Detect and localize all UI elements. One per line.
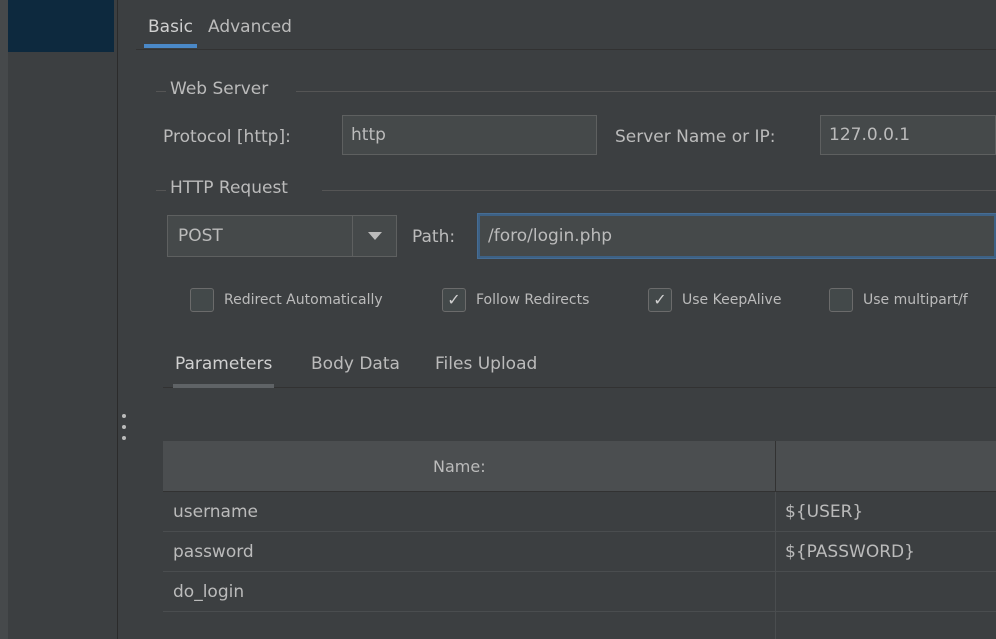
web-server-group-title: Web Server: [170, 79, 269, 99]
http-request-group-line-right: [322, 190, 996, 191]
table-row[interactable]: password ${PASSWORD}: [163, 532, 996, 572]
checkbox-label: Use multipart/f: [863, 292, 968, 308]
checkbox-empty-icon: [829, 288, 853, 312]
protocol-input[interactable]: [342, 115, 597, 155]
tab-body-data[interactable]: Body Data: [309, 350, 402, 388]
use-keepalive-checkbox[interactable]: ✓ Use KeepAlive: [648, 286, 781, 314]
use-multipart-checkbox[interactable]: Use multipart/f: [829, 286, 968, 314]
tab-parameters[interactable]: Parameters: [173, 350, 275, 388]
sampler-config-panel: Basic Advanced Web Server Protocol [http…: [136, 0, 996, 639]
param-value-cell[interactable]: ${PASSWORD}: [785, 532, 915, 572]
web-server-group-line-right: [296, 91, 996, 92]
method-select[interactable]: POST: [167, 215, 397, 257]
param-name-cell[interactable]: do_login: [173, 572, 244, 612]
tree-selected-item[interactable]: [8, 0, 114, 52]
checkbox-label: Redirect Automatically: [224, 292, 383, 308]
tab-files-upload[interactable]: Files Upload: [433, 350, 539, 388]
param-value-cell[interactable]: ${USER}: [785, 492, 863, 532]
column-divider: [775, 441, 776, 492]
splitter-handle-icon[interactable]: [121, 414, 127, 440]
table-row[interactable]: username ${USER}: [163, 492, 996, 532]
path-input[interactable]: [478, 214, 996, 258]
config-tabs: Basic Advanced: [136, 0, 996, 50]
table-header: Name:: [163, 441, 996, 492]
left-edge-strip: [0, 0, 8, 639]
parameters-table: Name: username ${USER} password ${PASSWO…: [163, 441, 996, 639]
method-select-value: POST: [178, 226, 223, 246]
protocol-label: Protocol [http]:: [163, 127, 291, 147]
param-name-cell[interactable]: username: [173, 492, 258, 532]
server-name-label: Server Name or IP:: [615, 127, 776, 147]
checkbox-label: Use KeepAlive: [682, 292, 782, 308]
table-row[interactable]: do_login: [163, 572, 996, 612]
checkmark-icon: ✓: [648, 288, 672, 312]
http-request-group-line-left: [156, 190, 166, 191]
http-request-group-title: HTTP Request: [170, 178, 288, 198]
web-server-group-line-left: [156, 91, 166, 92]
checkmark-icon: ✓: [442, 288, 466, 312]
param-name-cell[interactable]: password: [173, 532, 254, 572]
request-body-tabs: Parameters Body Data Files Upload: [163, 340, 996, 388]
checkbox-label: Follow Redirects: [476, 292, 590, 308]
redirect-automatically-checkbox[interactable]: Redirect Automatically: [190, 286, 383, 314]
server-name-input[interactable]: [820, 115, 996, 155]
follow-redirects-checkbox[interactable]: ✓ Follow Redirects: [442, 286, 589, 314]
tab-basic[interactable]: Basic: [144, 14, 198, 48]
column-header-name[interactable]: Name:: [433, 441, 486, 492]
method-dropdown-button[interactable]: [352, 216, 396, 256]
checkbox-empty-icon: [190, 288, 214, 312]
tab-advanced[interactable]: Advanced: [204, 14, 296, 48]
tree-panel: [8, 0, 118, 639]
chevron-down-icon: [367, 232, 382, 240]
path-label: Path:: [412, 227, 456, 247]
